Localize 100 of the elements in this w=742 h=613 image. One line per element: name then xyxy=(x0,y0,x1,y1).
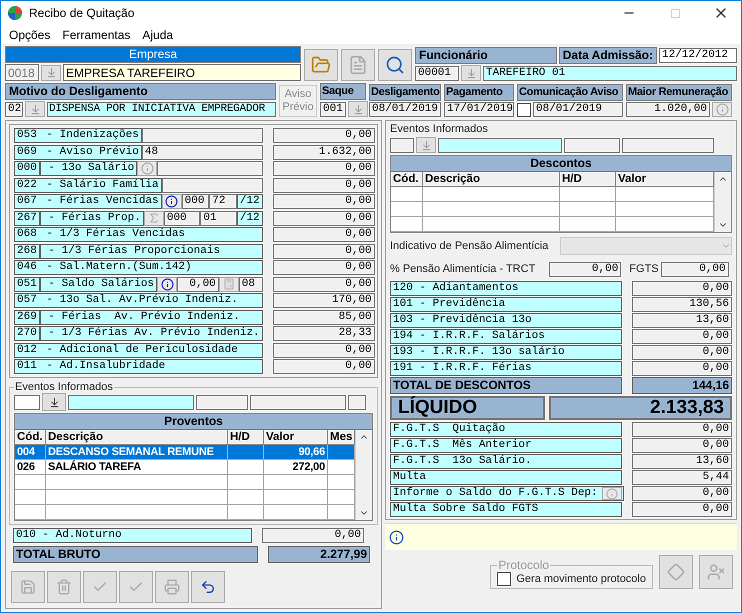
info-icon xyxy=(716,103,728,116)
menu-item[interactable]: Ferramentas xyxy=(62,28,130,42)
deduction-label: 193 - I.R.R.F. 13o salário xyxy=(390,345,622,360)
amount-field[interactable]: 0,00 xyxy=(272,194,375,209)
amount-field[interactable]: 0,00 xyxy=(262,528,364,543)
amount-field[interactable]: 1.632,00 xyxy=(272,144,375,160)
amount-field[interactable]: 0,00 xyxy=(632,486,732,501)
total-label: TOTAL BRUTO xyxy=(13,546,258,563)
amount-field[interactable]: 0,00 xyxy=(272,227,375,242)
text-field[interactable] xyxy=(162,178,263,192)
amount-field[interactable]: 0,00 xyxy=(272,276,375,292)
amount-field[interactable]: 0,00 xyxy=(632,345,732,360)
deduction-label: 101 - Previdência xyxy=(390,297,622,312)
info-button[interactable] xyxy=(157,276,178,292)
amount-field[interactable]: 0,00 xyxy=(272,359,375,374)
amount-field[interactable]: 1.020,00 xyxy=(626,102,710,117)
undo-button[interactable] xyxy=(191,571,225,603)
checkbox[interactable] xyxy=(497,572,512,586)
folder-button[interactable] xyxy=(304,49,338,81)
amount-field[interactable]: 0,00 xyxy=(632,361,732,376)
text-field[interactable]: 01 xyxy=(200,210,237,226)
info-button[interactable] xyxy=(162,194,182,209)
text-field[interactable]: 000 xyxy=(164,210,200,226)
net-label: LÍQUIDO xyxy=(390,396,545,420)
column-header: Mes xyxy=(328,430,355,445)
column-header: H/D xyxy=(228,430,264,445)
amount-field[interactable]: 0,00 xyxy=(272,178,375,192)
amount-field[interactable]: 170,00 xyxy=(272,293,375,308)
amount-field[interactable]: 13,60 xyxy=(632,454,732,469)
earning-label: 022 - Salário Família xyxy=(14,178,162,192)
save-icon xyxy=(20,579,36,595)
company-field[interactable]: EMPRESA TAREFEIRO xyxy=(63,64,301,81)
amount-field[interactable]: 0,00 xyxy=(632,329,732,344)
field-label: Desligamento xyxy=(369,84,441,101)
amount-field[interactable]: 0,00 xyxy=(272,244,375,258)
amount-field[interactable]: 0,00 xyxy=(632,502,732,517)
code-field[interactable]: 00001 xyxy=(415,66,459,80)
amount-field[interactable]: 0,00 xyxy=(272,260,375,275)
arrow-down-icon xyxy=(30,104,40,114)
text-field[interactable] xyxy=(250,394,346,410)
amount-field[interactable]: 0,00 xyxy=(272,128,375,143)
text-field[interactable]: 08 xyxy=(238,276,263,292)
table-cell: 90,66 xyxy=(264,445,328,460)
search-button[interactable] xyxy=(378,49,412,81)
date-field[interactable]: 12/12/2012 xyxy=(659,48,737,63)
checkbox[interactable] xyxy=(517,102,531,116)
earning-label: 068 - 1/3 Férias Vencidas xyxy=(14,227,263,242)
text-field[interactable]: 72 xyxy=(209,194,237,209)
text-field[interactable] xyxy=(157,161,263,176)
amount-field[interactable]: 0,00 xyxy=(632,438,732,453)
event-field[interactable] xyxy=(438,138,562,152)
amount-field[interactable]: 28,33 xyxy=(272,326,375,341)
total-value: 2.277,99 xyxy=(268,546,370,563)
amount-field[interactable]: 130,56 xyxy=(632,297,732,312)
amount-field[interactable]: 0,00 xyxy=(660,262,729,276)
lookup-button[interactable] xyxy=(42,393,66,411)
text-field[interactable] xyxy=(196,394,248,410)
table-cell xyxy=(228,490,264,505)
menu-item[interactable]: Ajuda xyxy=(142,28,174,42)
reason-field[interactable]: DISPENSA POR INICIATIVA EMPREGADOR xyxy=(47,102,276,116)
fgts-label: Multa xyxy=(390,470,622,485)
document-icon xyxy=(348,55,368,75)
table-cell: SALÁRIO TAREFA xyxy=(46,460,228,475)
code-field[interactable] xyxy=(390,138,414,152)
earning-label: 046 - Sal.Matern.(Sum.142) xyxy=(14,260,263,275)
menu-item[interactable]: Opções xyxy=(9,28,50,42)
text-field[interactable] xyxy=(564,138,620,152)
date-field[interactable]: 08/01/2019 xyxy=(533,102,623,117)
code-field[interactable]: 02 xyxy=(5,102,23,116)
code-field[interactable] xyxy=(14,394,40,410)
date-field[interactable]: 17/01/2019 xyxy=(444,102,514,117)
maximize-icon xyxy=(670,8,680,18)
text-field[interactable]: 000 xyxy=(182,194,210,209)
text-field[interactable] xyxy=(348,394,366,410)
amount-field[interactable]: 0,00 xyxy=(632,422,732,437)
info-icon xyxy=(165,195,178,208)
code-field[interactable]: 0018 xyxy=(5,64,39,81)
group-title: Eventos Informados xyxy=(14,381,114,393)
code-field[interactable]: 001 xyxy=(320,102,346,116)
date-field[interactable]: 08/01/2019 xyxy=(369,102,441,117)
employee-field[interactable]: TAREFEIRO 01 xyxy=(483,66,737,80)
text-field[interactable] xyxy=(142,128,263,143)
section-header: Funcionário xyxy=(415,47,557,64)
text-field[interactable]: 48 xyxy=(142,144,263,160)
amount-field[interactable]: 13,60 xyxy=(632,313,732,328)
deduction-label: 120 - Adiantamentos xyxy=(390,281,622,296)
amount-field[interactable]: 0,00 xyxy=(272,210,375,226)
info-icon xyxy=(606,488,618,500)
table-cell: 272,00 xyxy=(264,460,328,475)
text-field[interactable] xyxy=(622,138,714,152)
amount-field[interactable]: 5,44 xyxy=(632,470,732,485)
column-header: Descrição xyxy=(423,172,560,187)
amount-field[interactable]: 0,00 xyxy=(549,262,622,276)
event-field[interactable] xyxy=(68,394,194,410)
amount-field[interactable]: 0,00 xyxy=(632,281,732,296)
amount-field[interactable]: 85,00 xyxy=(272,310,375,324)
earning-label: 268 - 1/3 Férias Proporcionais xyxy=(14,244,263,258)
amount-field[interactable]: 0,00 xyxy=(272,342,375,358)
text-field[interactable]: 0,00 xyxy=(177,276,219,292)
amount-field[interactable]: 0,00 xyxy=(272,161,375,176)
